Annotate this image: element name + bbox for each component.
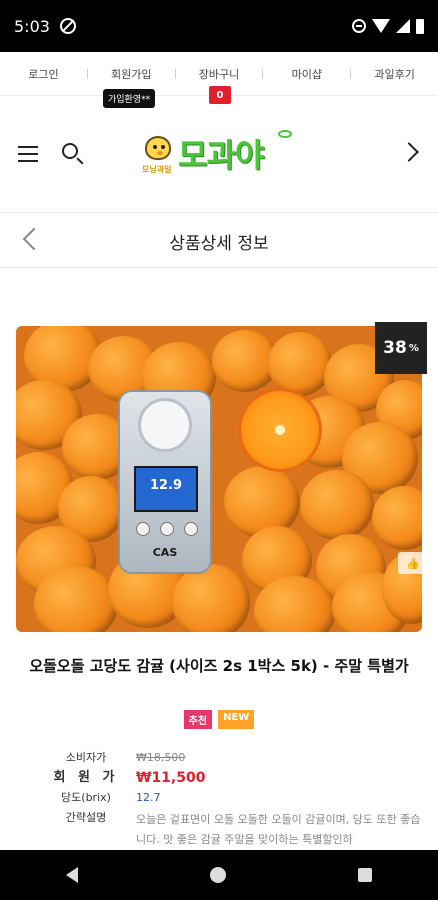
page-subheader: 상품상세 정보 — [0, 213, 438, 268]
brix-row: 당도(brix) 12.7 — [36, 790, 428, 806]
description-row: 간략설명 오늘은 겉표면이 오돌 오돌한 오돌이 감귤이며, 당도 또한 좋습니… — [36, 810, 428, 850]
status-icons — [352, 18, 424, 34]
product-title: 오돌오돌 고당도 감귤 (사이즈 2s 1박스 5k) - 주말 특별가 — [29, 657, 409, 675]
do-not-disturb-icon — [352, 19, 366, 33]
nav-recents-icon[interactable] — [358, 868, 372, 882]
discount-badge: 38 % — [375, 322, 427, 374]
signup-tooltip: 가입환영** — [103, 89, 156, 108]
status-time: 5:03 — [14, 16, 50, 36]
leaf-icon — [278, 130, 292, 138]
discount-value: 38 — [383, 338, 407, 358]
chick-mascot-icon — [145, 136, 171, 160]
menu-reviews[interactable]: 과일후기 — [351, 66, 438, 82]
notification-icon — [59, 18, 76, 34]
refractometer-cap — [138, 398, 192, 452]
refractometer-button — [160, 522, 174, 536]
orange-shape — [34, 566, 118, 632]
menu-cart[interactable]: 장바구니 — [176, 66, 263, 82]
brix-label: 당도(brix) — [61, 791, 111, 804]
orange-shape — [300, 470, 374, 540]
product-badges: 추천 NEW — [0, 710, 438, 729]
like-button[interactable]: 👍 — [398, 552, 428, 574]
search-icon[interactable] — [62, 143, 78, 159]
description-label: 간략설명 — [65, 811, 107, 824]
nav-back-icon[interactable] — [66, 867, 78, 883]
brix-refractometer: 12.9 CAS — [118, 390, 212, 574]
signal-icon — [396, 19, 410, 33]
refractometer-button — [184, 522, 198, 536]
discount-unit: % — [408, 342, 419, 354]
battery-icon — [416, 18, 424, 34]
member-price-row: 회 원 가 ₩11,500 — [36, 770, 428, 786]
menu-myshop[interactable]: 마이샵 — [263, 66, 350, 82]
refractometer-brand: CAS — [152, 546, 178, 559]
recommend-badge: 추천 — [183, 710, 213, 729]
nav-home-icon[interactable] — [210, 867, 226, 883]
logo-text: 모과야 — [178, 136, 264, 174]
thumbs-up-icon: 👍 — [406, 556, 420, 570]
orange-shape — [268, 332, 332, 396]
site-logo[interactable]: 모닝과일 모과야 — [142, 124, 302, 179]
page-title: 상품상세 정보 — [169, 234, 269, 254]
menu-icon[interactable] — [18, 146, 38, 162]
system-nav-bar — [0, 850, 438, 900]
cut-orange-half — [238, 388, 322, 472]
logo-subtext: 모닝과일 — [142, 165, 172, 174]
consumer-price-label: 소비자가 — [65, 751, 107, 764]
orange-shape — [372, 486, 422, 550]
chevron-right-icon[interactable] — [399, 142, 419, 162]
menu-login[interactable]: 로그인 — [0, 66, 87, 82]
refractometer-screen: 12.9 — [134, 466, 198, 512]
description-text: 오늘은 겉표면이 오돌 오돌한 오돌이 감귤이며, 당도 또한 좋습니다. 맛 … — [136, 813, 421, 846]
refractometer-button — [136, 522, 150, 536]
wifi-icon — [372, 19, 390, 33]
brix-value: 12.7 — [136, 791, 161, 804]
member-price-label: 회 원 가 — [53, 770, 119, 785]
member-price-value: ₩11,500 — [136, 770, 206, 786]
new-badge: NEW — [218, 710, 255, 729]
orange-shape — [172, 564, 250, 632]
product-info-table: 소비자가 ₩18,500 회 원 가 ₩11,500 당도(brix) 12.7… — [36, 750, 428, 854]
consumer-price-row: 소비자가 ₩18,500 — [36, 750, 428, 766]
cart-count-badge: 0 — [209, 86, 231, 104]
status-bar: 5:03 — [0, 0, 438, 52]
product-image[interactable]: 12.9 CAS — [16, 326, 422, 632]
consumer-price-value: ₩18,500 — [136, 751, 186, 764]
site-header: 모닝과일 모과야 — [0, 112, 438, 192]
menu-signup[interactable]: 회원가입 — [88, 66, 175, 82]
